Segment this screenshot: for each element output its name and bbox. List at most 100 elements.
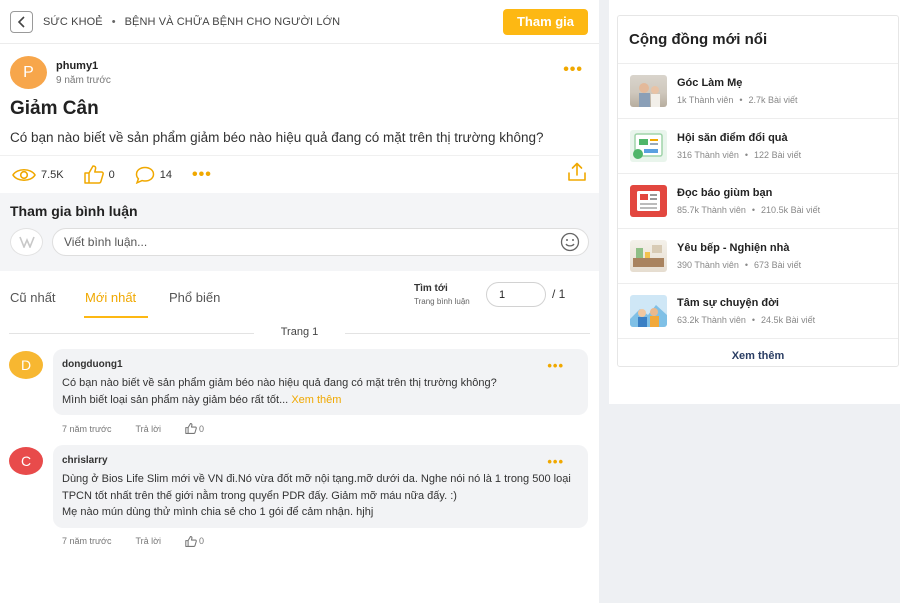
comments-count: 14 (159, 168, 173, 181)
tab-newest[interactable]: Mới nhất (85, 290, 136, 305)
community-members: 390 Thành viên (677, 260, 739, 270)
breadcrumb-subcategory[interactable]: BỆNH VÀ CHỮA BỆNH CHO NGƯỜI LỚN (125, 16, 341, 28)
community-name[interactable]: Hội săn điểm đổi quà (677, 132, 801, 144)
comment-more-icon[interactable]: ••• (547, 455, 564, 468)
comment-button[interactable]: 14 (135, 166, 172, 184)
comment-time: 7 năm trước (62, 536, 112, 546)
comment-like-button[interactable]: 0 (185, 423, 204, 434)
commenter-name[interactable]: chrislarry (62, 455, 578, 466)
comment-like-button[interactable]: 0 (185, 535, 205, 547)
reply-button[interactable]: Trả lời (135, 536, 161, 546)
top-bar: SỨC KHOẺ • BỆNH VÀ CHỮA BỆNH CHO NGƯỜI L… (0, 0, 599, 44)
post-header: P phumy1 9 năm trước ••• (0, 44, 599, 89)
community-name[interactable]: Đọc báo giùm bạn (677, 187, 820, 199)
thumbs-up-icon (185, 535, 197, 547)
community-thumbnail (630, 130, 667, 162)
reply-button[interactable]: Trả lời (135, 424, 161, 434)
community-item[interactable]: Đọc báo giùm bạn 85.7k Thành viên • 210.5k… (618, 174, 898, 229)
community-posts: 673 Bài viết (754, 260, 802, 270)
share-icon (568, 162, 586, 181)
views-stat: 7.5K (12, 167, 64, 183)
community-members: 316 Thành viên (677, 150, 739, 160)
comment-time: 7 năm trước (62, 423, 112, 434)
back-button[interactable] (10, 10, 33, 33)
goto-label: Tìm tới (414, 283, 448, 294)
community-name[interactable]: Góc Làm Mẹ (677, 77, 798, 89)
current-user-avatar-icon (10, 228, 43, 256)
like-button[interactable]: 0 (83, 165, 115, 184)
post-stats: 7.5K 0 14 ••• (0, 155, 599, 193)
post-title: Giảm Cân (10, 98, 99, 119)
page-number-input[interactable]: 1 (486, 282, 546, 307)
comment-text: Có bạn nào biết về sản phẩm giảm béo nào… (62, 375, 578, 408)
comment-input[interactable]: Viết bình luận... (52, 228, 589, 256)
goto-sublabel: Trang bình luận (414, 297, 470, 306)
community-item[interactable]: Góc Làm Mẹ 1k Thành viên • 2.7k Bài viết (618, 64, 898, 119)
sidebar-title: Cộng đồng mới nổi (618, 16, 898, 64)
community-name[interactable]: Yêu bếp - Nghiện nhà (677, 242, 801, 254)
breadcrumb-separator: • (111, 15, 116, 28)
comment-more-icon[interactable]: ••• (547, 359, 564, 372)
author-avatar[interactable]: P (10, 56, 47, 89)
join-button[interactable]: Tham gia (503, 8, 588, 35)
emerging-communities-card: Cộng đồng mới nổi Góc Làm Mẹ 1k Thành vi… (617, 15, 899, 367)
comment-bubble: chrislarry ••• Dùng ở Bios Life Slim mới… (53, 445, 588, 528)
comment-item: C chrislarry ••• Dùng ở Bios Life Slim m… (0, 445, 599, 548)
author-name[interactable]: phumy1 (56, 60, 111, 72)
eye-icon (12, 168, 36, 181)
emoji-icon[interactable] (560, 232, 580, 252)
thumbs-up-icon (185, 423, 197, 434)
sidebar: Cộng đồng mới nổi Góc Làm Mẹ 1k Thành vi… (609, 0, 900, 404)
community-thumbnail (630, 295, 667, 327)
community-posts: 2.7k Bài viết (748, 95, 798, 105)
tab-popular[interactable]: Phổ biến (169, 290, 220, 305)
stats-more-icon[interactable]: ••• (192, 166, 212, 182)
page-label: Trang 1 (280, 326, 319, 338)
see-more-link[interactable]: Xem thêm (291, 394, 341, 406)
views-count: 7.5K (41, 168, 64, 181)
community-item[interactable]: Tâm sự chuyện đời 63.2k Thành viên • 24.5k… (618, 284, 898, 339)
community-members: 63.2k Thành viên (677, 315, 746, 325)
see-more-communities-button[interactable]: Xem thêm (618, 339, 898, 362)
comment-composer: Tham gia bình luận Viết bình luận... (0, 193, 599, 271)
comment-text-line: Mình biết loại sản phẩm này giảm béo rất… (62, 393, 289, 406)
commenter-name[interactable]: dongduong1 (62, 359, 578, 370)
thumbs-up-icon (83, 165, 104, 184)
tab-oldest[interactable]: Cũ nhất (10, 290, 56, 305)
community-members: 1k Thành viên (677, 95, 734, 105)
comment-placeholder: Viết bình luận... (64, 235, 148, 249)
page-divider: Trang 1 (0, 322, 599, 344)
commenter-avatar[interactable]: D (9, 351, 43, 379)
community-name[interactable]: Tâm sự chuyện đời (677, 297, 815, 309)
comment-item: D dongduong1 ••• Có bạn nào biết về sản … (0, 349, 599, 435)
comment-sort-tabs: Cũ nhất Mới nhất Phổ biến Tìm tới Trang … (0, 271, 599, 322)
community-posts: 122 Bài viết (754, 150, 802, 160)
comment-text-line: Có bạn nào biết về sản phẩm giảm béo nào… (62, 377, 497, 389)
share-button[interactable] (567, 162, 587, 187)
community-item[interactable]: Yêu bếp - Nghiện nhà 390 Thành viên • 673 … (618, 229, 898, 284)
community-members: 85.7k Thành viên (677, 205, 746, 215)
community-posts: 210.5k Bài viết (761, 205, 821, 215)
active-tab-indicator (84, 316, 148, 318)
comment-like-count: 0 (199, 423, 205, 434)
comment-text-line: Mẹ nào mún dùng thử mình chia sẻ cho 1 g… (62, 506, 374, 518)
chevron-left-icon (17, 15, 25, 28)
community-posts: 24.5k Bài viết (761, 315, 816, 325)
post-panel: SỨC KHOẺ • BỆNH VÀ CHỮA BỆNH CHO NGƯỜI L… (0, 0, 599, 603)
community-thumbnail (630, 185, 667, 217)
breadcrumb-category[interactable]: SỨC KHOẺ (43, 16, 103, 28)
comment-like-count: 0 (199, 536, 205, 546)
comment-bubble: dongduong1 ••• Có bạn nào biết về sản ph… (53, 349, 588, 415)
comment-text: Dùng ở Bios Life Slim mới về VN đi.Nó vừ… (62, 471, 578, 521)
community-item[interactable]: Hội săn điểm đổi quà 316 Thành viên • 122 … (618, 119, 898, 174)
community-thumbnail (630, 75, 667, 107)
post-body: Có bạn nào biết về sản phẩm giảm béo nào… (10, 130, 544, 145)
comment-icon (135, 166, 155, 184)
commenter-avatar[interactable]: C (9, 447, 43, 475)
comment-meta: 7 năm trước Trả lời 0 (53, 415, 599, 435)
likes-count: 0 (108, 168, 115, 181)
page-total: / 1 (552, 287, 566, 301)
post-more-menu-icon[interactable]: ••• (563, 62, 583, 78)
comment-meta: 7 năm trước Trả lời 0 (53, 528, 599, 548)
community-thumbnail (630, 240, 667, 272)
